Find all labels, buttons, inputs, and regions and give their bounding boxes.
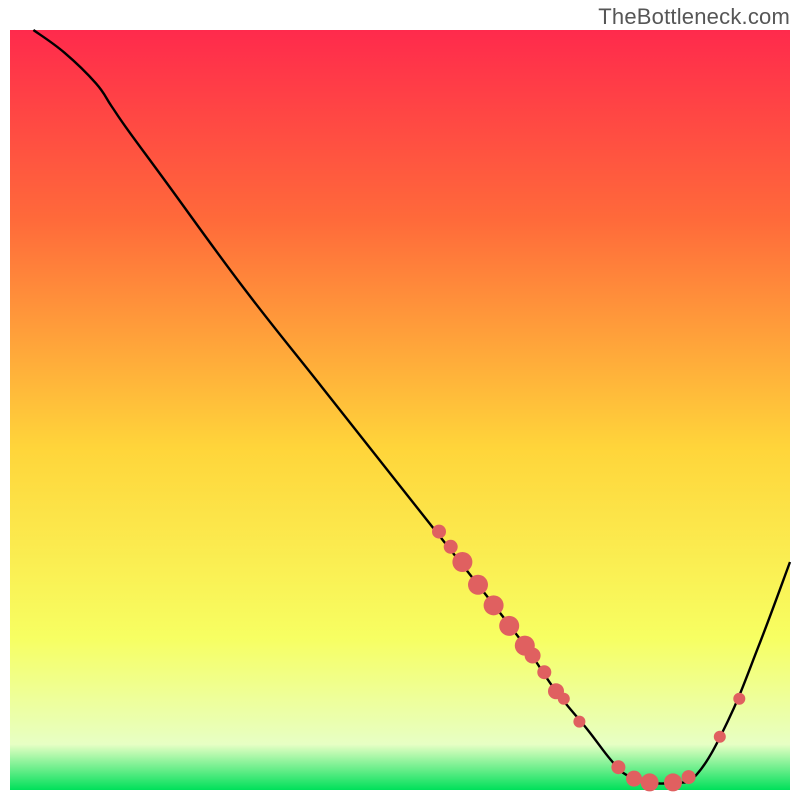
plot-background bbox=[10, 30, 790, 790]
watermark-text: TheBottleneck.com bbox=[598, 4, 790, 30]
data-point bbox=[641, 773, 659, 791]
data-point bbox=[499, 616, 519, 636]
data-point bbox=[468, 575, 488, 595]
data-point bbox=[484, 595, 504, 615]
data-point bbox=[573, 716, 585, 728]
chart-svg bbox=[0, 0, 800, 800]
data-point bbox=[664, 773, 682, 791]
data-point bbox=[714, 731, 726, 743]
data-point bbox=[558, 693, 570, 705]
data-point bbox=[432, 525, 446, 539]
data-point bbox=[611, 760, 625, 774]
data-point bbox=[682, 770, 696, 784]
data-point bbox=[452, 552, 472, 572]
data-point bbox=[626, 771, 642, 787]
data-point bbox=[733, 693, 745, 705]
chart-stage: TheBottleneck.com bbox=[0, 0, 800, 800]
data-point bbox=[537, 665, 551, 679]
data-point bbox=[525, 647, 541, 663]
data-point bbox=[444, 540, 458, 554]
